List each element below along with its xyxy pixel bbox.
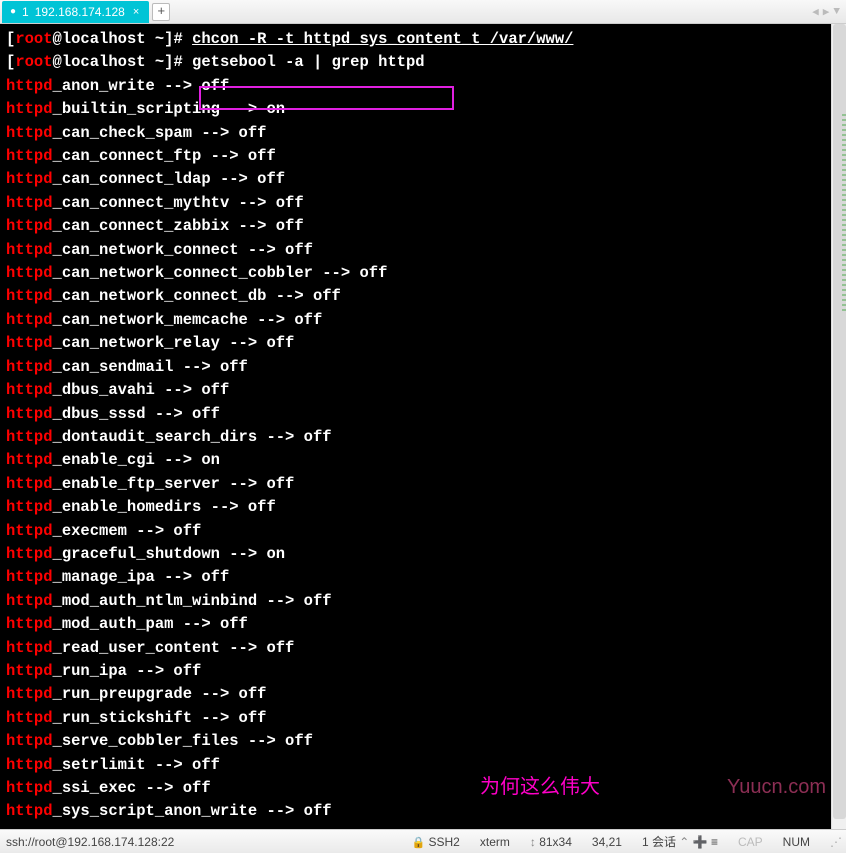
- nav-left-icon[interactable]: ◀: [812, 5, 819, 19]
- lock-icon: 🔒: [411, 837, 425, 849]
- nav-right-icon[interactable]: ▶: [823, 5, 830, 19]
- status-num: NUM: [783, 835, 810, 849]
- close-icon[interactable]: ×: [131, 6, 141, 18]
- status-cursor: 34,21: [592, 835, 622, 849]
- status-term: xterm: [480, 835, 510, 849]
- minimap: [842, 114, 846, 314]
- status-size: 81x34: [530, 835, 572, 849]
- status-connection: ssh://root@192.168.174.128:22: [6, 835, 174, 849]
- nav-down-icon[interactable]: ▼: [833, 6, 840, 18]
- add-tab-button[interactable]: +: [152, 3, 170, 21]
- scrollbar[interactable]: [831, 24, 846, 829]
- watermark-site: Yuucn.com: [727, 776, 826, 799]
- terminal-tab[interactable]: ● 1 192.168.174.128 ×: [2, 1, 149, 23]
- status-caps: CAP: [738, 835, 763, 849]
- status-sessions: 1 会话 ⌃ ➕ ≡: [642, 833, 718, 850]
- status-ssh: 🔒 SSH2: [411, 835, 459, 849]
- tab-nav: ◀ ▶ ▼: [812, 5, 840, 19]
- status-bar: ssh://root@192.168.174.128:22 🔒 SSH2 xte…: [0, 829, 846, 853]
- resize-grip[interactable]: ⋰: [830, 835, 840, 849]
- command-highlight: [199, 86, 454, 110]
- watermark-text: 为何这么伟大: [480, 776, 600, 799]
- terminal-output[interactable]: [root@localhost ~]# chcon -R -t httpd_sy…: [0, 24, 846, 829]
- tab-bar: ● 1 192.168.174.128 × + ◀ ▶ ▼: [0, 0, 846, 24]
- tab-index: 1: [22, 5, 29, 19]
- tab-title: 192.168.174.128: [35, 5, 125, 19]
